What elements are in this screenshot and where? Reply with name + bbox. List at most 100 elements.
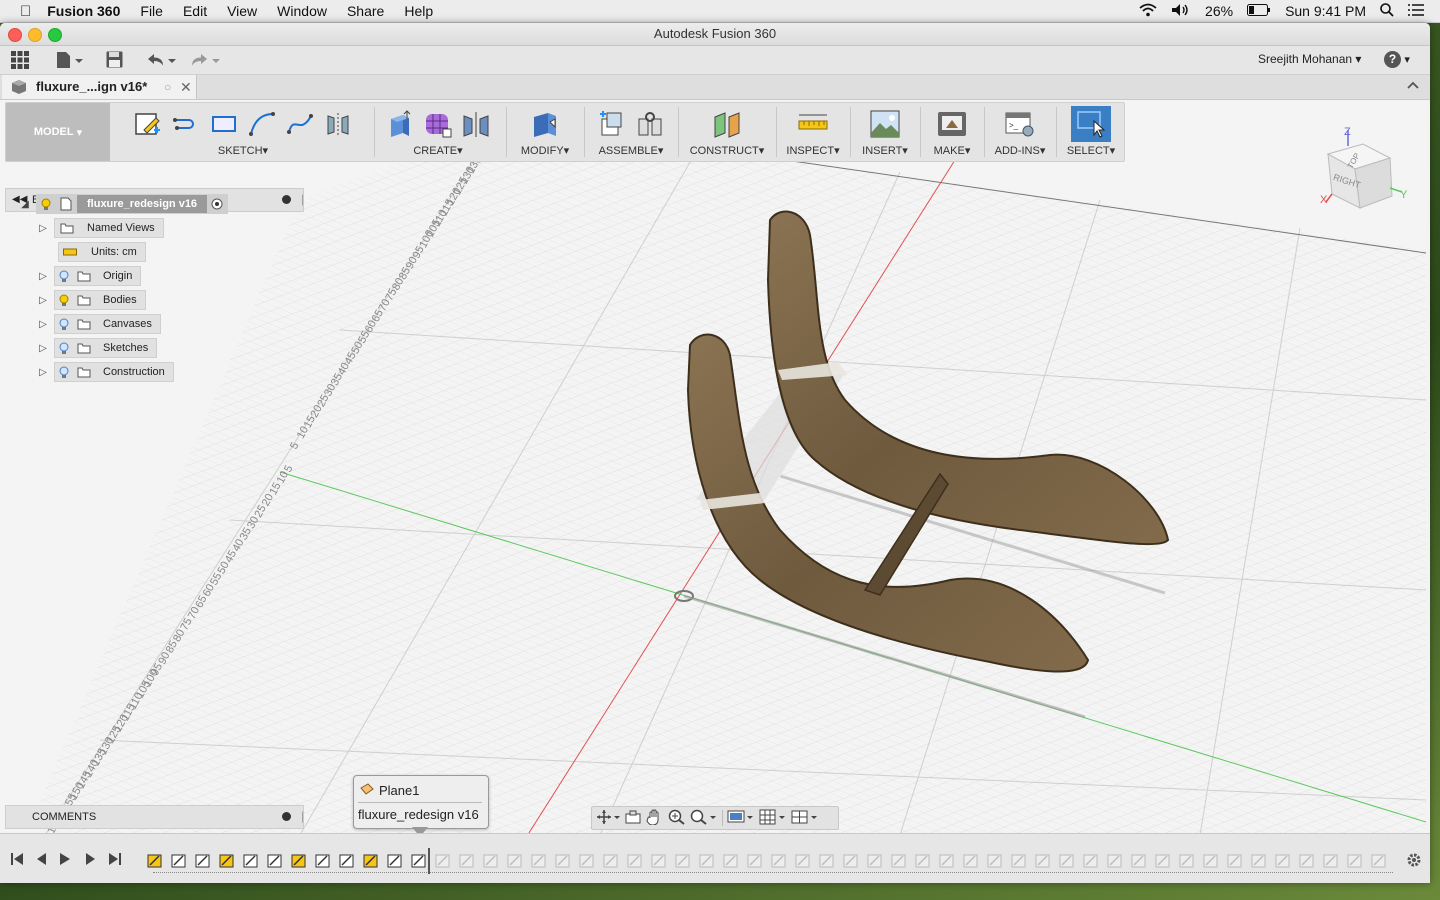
activate-radio-icon[interactable] [207, 198, 227, 210]
timeline-feature-icon[interactable] [411, 853, 427, 869]
redo-icon[interactable] [190, 52, 222, 71]
make-group[interactable]: MAKE▾ [924, 103, 980, 161]
insert-group[interactable]: INSERT▾ [854, 103, 916, 161]
visibility-bulb-icon[interactable] [37, 198, 55, 211]
timeline-suppressed-feature-icon[interactable] [843, 853, 859, 869]
timeline-suppressed-feature-icon[interactable] [651, 853, 667, 869]
file-menu-icon[interactable] [55, 51, 83, 72]
user-account-menu[interactable]: Sreejith Mohanan ▾ [1258, 52, 1361, 66]
timeline-suppressed-feature-icon[interactable] [795, 853, 811, 869]
expand-triangle-icon[interactable]: ▷ [38, 338, 48, 358]
collapse-chevron-up-icon[interactable] [1406, 78, 1420, 95]
menu-file[interactable]: File [140, 3, 163, 19]
timeline-suppressed-feature-icon[interactable] [1107, 853, 1123, 869]
press-pull-icon[interactable] [529, 109, 561, 139]
timeline-suppressed-feature-icon[interactable] [1083, 853, 1099, 869]
timeline-suppressed-feature-icon[interactable] [579, 853, 595, 869]
bodies-node[interactable]: Bodies [54, 290, 146, 310]
timeline-suppressed-feature-icon[interactable] [1371, 853, 1387, 869]
construction-node[interactable]: Construction [54, 362, 174, 382]
timeline-suppressed-feature-icon[interactable] [603, 853, 619, 869]
timeline-feature-icon[interactable] [219, 853, 235, 869]
timeline-suppressed-feature-icon[interactable] [1059, 853, 1075, 869]
browser-root-node[interactable]: fluxure_redesign v16 [36, 194, 229, 214]
canvases-node[interactable]: Canvases [54, 314, 161, 334]
timeline-suppressed-feature-icon[interactable] [1323, 853, 1339, 869]
timeline-feature-icon[interactable] [195, 853, 211, 869]
timeline-suppressed-feature-icon[interactable] [1275, 853, 1291, 869]
visibility-bulb-off-icon[interactable] [55, 318, 73, 331]
menu-view[interactable]: View [227, 3, 257, 19]
save-icon[interactable] [106, 51, 123, 71]
timeline-suppressed-feature-icon[interactable] [723, 853, 739, 869]
look-at-icon[interactable] [624, 809, 642, 828]
spotlight-search-icon[interactable] [1380, 2, 1394, 20]
data-panel-grid-icon[interactable] [11, 51, 29, 72]
timeline-suppressed-feature-icon[interactable] [435, 853, 451, 869]
origin-node[interactable]: Origin [54, 266, 142, 286]
browser-root-row[interactable]: ◢ fluxure_redesign v16 [20, 194, 229, 214]
timeline-suppressed-feature-icon[interactable] [675, 853, 691, 869]
3d-print-icon[interactable] [936, 109, 968, 139]
new-component-icon[interactable] [596, 109, 628, 139]
inspect-group[interactable]: INSPECT▾ [780, 103, 846, 161]
timeline-suppressed-feature-icon[interactable] [915, 853, 931, 869]
create-group[interactable]: CREATE▾ [378, 103, 498, 161]
visibility-bulb-off-icon[interactable] [55, 366, 73, 379]
panel-resize-handle-icon[interactable]: ❘ [298, 189, 307, 211]
timeline-suppressed-feature-icon[interactable] [699, 853, 715, 869]
select-group[interactable]: SELECT▾ [1060, 103, 1122, 161]
timeline-suppressed-feature-icon[interactable] [1131, 853, 1147, 869]
visibility-bulb-off-icon[interactable] [55, 270, 73, 283]
timeline-suppressed-feature-icon[interactable] [627, 853, 643, 869]
timeline-suppressed-feature-icon[interactable] [507, 853, 523, 869]
close-window-button[interactable] [8, 28, 22, 42]
browser-item-origin[interactable]: ▷ Origin [38, 266, 142, 286]
expand-triangle-icon[interactable]: ▷ [38, 266, 48, 286]
timeline-suppressed-feature-icon[interactable] [1035, 853, 1051, 869]
zoom-icon[interactable] [668, 809, 686, 828]
timeline-feature-icon[interactable] [387, 853, 403, 869]
arc-tool-icon[interactable] [246, 109, 278, 139]
browser-item-named-views[interactable]: ▷ Named Views [38, 218, 164, 238]
expand-triangle-icon[interactable]: ▷ [38, 314, 48, 334]
timeline-suppressed-feature-icon[interactable] [1011, 853, 1027, 869]
collapse-triangle-icon[interactable]: ◢ [20, 194, 30, 214]
volume-icon[interactable] [1171, 3, 1191, 20]
orbit-icon[interactable] [596, 809, 620, 828]
browser-item-canvases[interactable]: ▷ Canvases [38, 314, 161, 334]
timeline-marker[interactable] [428, 848, 430, 874]
timeline-suppressed-feature-icon[interactable] [939, 853, 955, 869]
form-tool-icon[interactable] [422, 109, 454, 139]
spline-tool-icon[interactable] [284, 109, 316, 139]
timeline-suppressed-feature-icon[interactable] [963, 853, 979, 869]
create-sketch-icon[interactable] [132, 109, 164, 139]
scripts-addins-icon[interactable]: >_ [1004, 109, 1036, 139]
add-ins-group[interactable]: >_ ADD-INS▾ [988, 103, 1052, 161]
assemble-group[interactable]: ASSEMBLE▾ [588, 103, 674, 161]
sketches-node[interactable]: Sketches [54, 338, 158, 358]
joint-icon[interactable] [634, 109, 666, 139]
timeline-suppressed-feature-icon[interactable] [891, 853, 907, 869]
battery-icon[interactable] [1247, 3, 1271, 19]
browser-item-sketches[interactable]: ▷ Sketches [38, 338, 158, 358]
pan-hand-icon[interactable] [646, 809, 664, 828]
menu-edit[interactable]: Edit [183, 3, 207, 19]
timeline-suppressed-feature-icon[interactable] [987, 853, 1003, 869]
named-views-node[interactable]: Named Views [54, 218, 164, 238]
timeline-feature-icon[interactable] [315, 853, 331, 869]
timeline-suppressed-feature-icon[interactable] [1251, 853, 1267, 869]
undo-icon[interactable] [146, 52, 178, 71]
expand-triangle-icon[interactable]: ▷ [38, 290, 48, 310]
viewcube[interactable]: TOP RIGHT Z Y X [1308, 126, 1408, 226]
timeline-feature-icon[interactable] [291, 853, 307, 869]
close-tab-icon[interactable]: ✕ [180, 75, 192, 99]
line-tool-icon[interactable] [170, 109, 202, 139]
visibility-bulb-icon[interactable] [55, 294, 73, 307]
menu-share[interactable]: Share [347, 3, 384, 19]
measure-ruler-icon[interactable] [797, 109, 829, 139]
insert-image-icon[interactable] [869, 109, 901, 139]
timeline-feature-icon[interactable] [147, 853, 163, 869]
menu-help[interactable]: Help [404, 3, 433, 19]
workspace-switcher[interactable]: MODEL ▾ [6, 103, 110, 161]
